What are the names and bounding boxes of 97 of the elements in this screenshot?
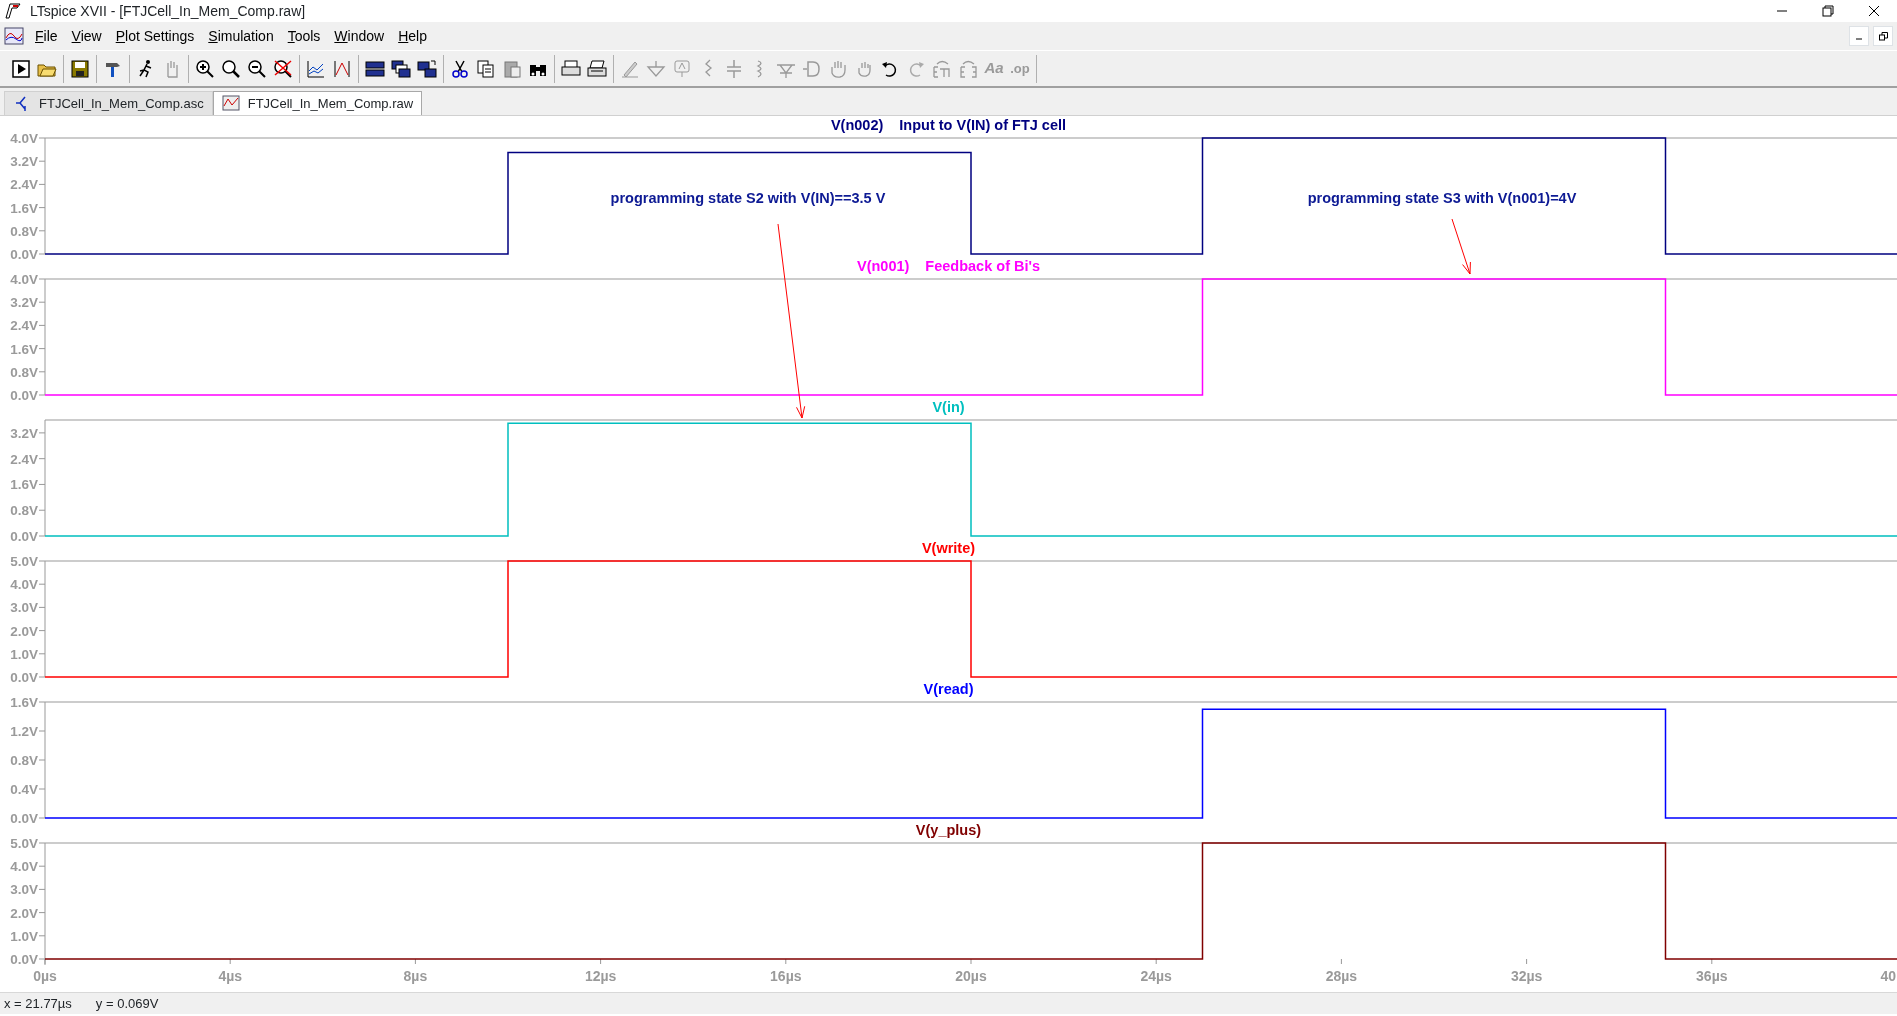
axis-tick-label: 3.2V <box>10 425 38 441</box>
trace-description: Feedback of Bi's <box>925 257 1040 276</box>
axis-tick-label: 0.8V <box>10 503 38 519</box>
arrange-windows-icon[interactable] <box>417 58 437 79</box>
tick-mark <box>1155 958 1157 965</box>
axis-tick-label: 20µs <box>955 968 987 984</box>
axis-tick-label: 28µs <box>1325 968 1358 984</box>
cursor-x-readout: x = 21.77µs <box>4 994 72 1013</box>
axis-tick-label: 0.0V <box>10 811 38 826</box>
axis-tick-label: 0.0V <box>10 388 38 403</box>
axis-tick-label: 5.0V <box>10 554 38 569</box>
axis-range-icon[interactable] <box>332 58 352 79</box>
axis-tick-label: 4.0V <box>10 577 38 593</box>
annotation-text: programming state S2 with V(IN)==3.5 V <box>610 189 886 208</box>
axis-tick-label: 3.2V <box>10 154 38 170</box>
axis-tick-label: 3.0V <box>10 600 38 616</box>
minimize-icon[interactable] <box>1849 26 1869 46</box>
trace-label[interactable]: V(y_plus) <box>915 821 982 840</box>
axis-tick-label: 4.0V <box>10 272 38 287</box>
axis-tick-label: 24µs <box>1140 968 1172 984</box>
tick-mark <box>44 958 46 965</box>
leader-arrow <box>1451 218 1471 275</box>
trace-label[interactable]: V(read) <box>923 680 974 699</box>
play-icon[interactable] <box>11 58 31 79</box>
axis-tick-label: 3.2V <box>10 295 38 311</box>
axis-tick-label: 36µs <box>1696 968 1728 984</box>
zoom-icon[interactable] <box>221 58 241 79</box>
paste-icon[interactable] <box>502 58 522 79</box>
copy-icon[interactable] <box>476 58 496 79</box>
zoom-cancel-icon[interactable] <box>273 58 293 79</box>
axis-tick-label: 3.0V <box>10 882 38 898</box>
trace-label[interactable]: V(write) <box>921 539 976 558</box>
axis-tick-label: 0.8V <box>10 223 38 239</box>
axis-tick-label: 1.2V <box>10 724 38 739</box>
axis-tick-label: 2.4V <box>10 451 38 467</box>
cursor-y-readout: y = 0.069V <box>95 994 159 1013</box>
axis-tick-label: 32µs <box>1510 968 1543 984</box>
axis-tick-label: 4.0V <box>10 131 38 146</box>
tick-mark <box>600 958 602 965</box>
axis-tick-label: 0.8V <box>10 753 38 768</box>
axis-tick-label: 2.0V <box>10 905 38 921</box>
axis-tick-label: 1.0V <box>10 928 38 944</box>
axis-tick-label: 40 <box>1880 968 1896 984</box>
menu-item[interactable]: View <box>64 25 109 47</box>
menu-item[interactable]: Window <box>327 25 392 47</box>
tick-mark <box>785 958 787 965</box>
annotation-text: programming state S3 with V(n001)=4V <box>1307 189 1577 208</box>
tick-mark <box>1526 958 1528 965</box>
menu-item[interactable]: Help <box>391 25 434 47</box>
tick-mark <box>1340 958 1342 965</box>
printer-icon[interactable] <box>561 58 581 79</box>
tile-windows-icon[interactable] <box>365 58 385 79</box>
app-logo-icon <box>4 2 22 20</box>
axis-tick-label: 4µs <box>218 968 242 984</box>
tick-mark <box>1711 958 1713 965</box>
axis-tick-label: 0.0V <box>10 529 38 544</box>
axis-tick-label: 4.0V <box>10 859 38 875</box>
axis-tick-label: 0.0V <box>10 247 38 262</box>
document-tab[interactable]: FTJCell_In_Mem_Comp.raw <box>212 90 423 115</box>
waveform-window-icon[interactable] <box>4 26 24 46</box>
window-title: LTspice XVII - [FTJCell_In_Mem_Comp.raw] <box>30 1 306 21</box>
trace-label[interactable]: V(n002) <box>830 116 884 135</box>
scissors-icon[interactable] <box>450 58 470 79</box>
trace-description: Input to V(IN) of FTJ cell <box>899 116 1067 135</box>
menu-item[interactable]: Simulation <box>201 25 281 47</box>
tick-mark <box>229 958 231 965</box>
axis-tick-label: 8µs <box>403 968 428 984</box>
menu-item[interactable]: Plot Settings <box>108 25 202 47</box>
axis-tick-label: 0.0V <box>10 952 38 967</box>
menu-item[interactable]: Tools <box>280 25 328 47</box>
document-tab[interactable]: FTJCell_In_Mem_Comp.asc <box>4 90 213 115</box>
restore-icon[interactable] <box>1873 26 1893 46</box>
axis-tick-label: 5.0V <box>10 836 38 851</box>
axis-tick-label: 1.6V <box>10 477 38 493</box>
axis-tick-label: 2.0V <box>10 623 38 639</box>
axis-tick-label: 2.4V <box>10 177 38 193</box>
menu-item[interactable]: File <box>28 25 65 47</box>
tick-mark <box>414 958 416 965</box>
axis-tick-label: 2.4V <box>10 318 38 334</box>
zoom-in-icon[interactable] <box>195 58 215 79</box>
axis-tick-label: 1.0V <box>10 646 38 662</box>
print-setup-icon[interactable] <box>587 58 607 79</box>
axis-tick-label: 1.6V <box>10 200 38 216</box>
axis-tick-label: 16µs <box>770 968 802 984</box>
axis-tick-label: 0.4V <box>10 782 38 797</box>
axis-tick-label: 0.0V <box>10 670 38 685</box>
axis-tick-label: 0.8V <box>10 364 38 380</box>
axis-tick-label: 0µs <box>33 968 57 984</box>
zoom-out-icon[interactable] <box>247 58 267 79</box>
save-icon[interactable] <box>70 58 90 79</box>
waveform-icon <box>221 94 240 113</box>
cascade-windows-icon[interactable] <box>391 58 411 79</box>
axis-tick-label: 1.6V <box>10 341 38 357</box>
axis-tick-label: 12µs <box>584 968 617 984</box>
axis-tick-label: 1.6V <box>10 695 38 710</box>
tick-mark <box>970 958 972 965</box>
autorange-icon[interactable] <box>306 58 326 79</box>
